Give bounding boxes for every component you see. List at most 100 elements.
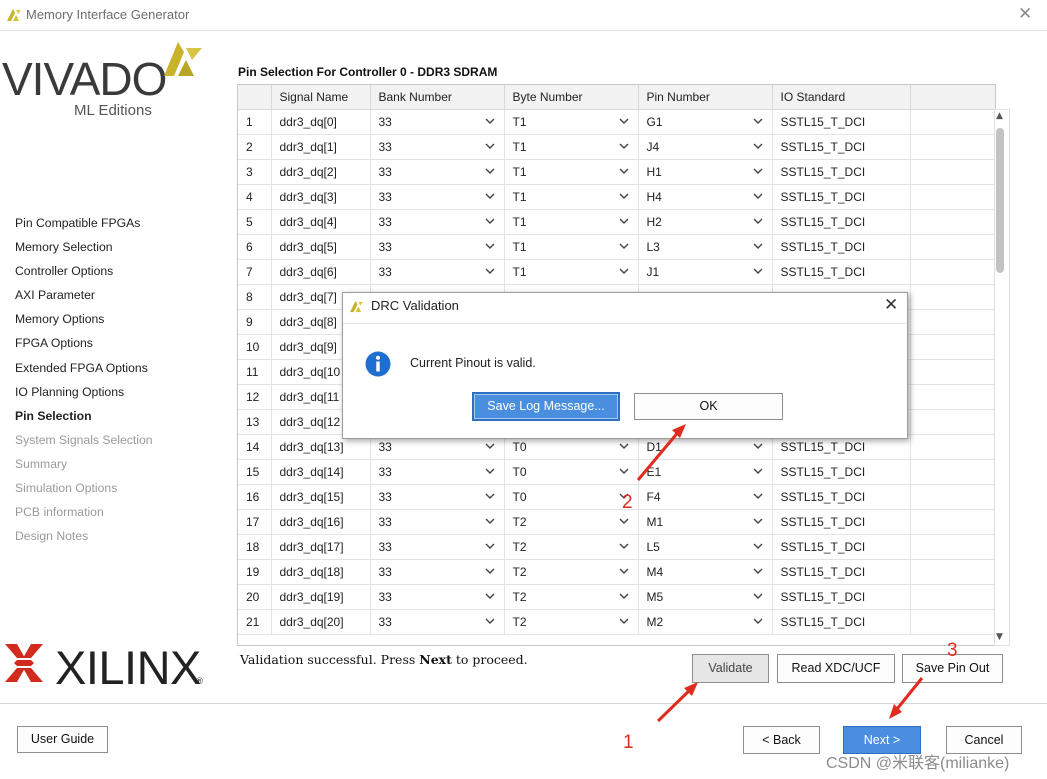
byte-number-select[interactable]: T1 bbox=[504, 234, 639, 260]
table-row[interactable]: 5 ddr3_dq[4] 33 T1 H2 SSTL15_T_DCI bbox=[238, 209, 995, 235]
chevron-down-icon[interactable] bbox=[752, 190, 764, 202]
byte-number-select[interactable]: T2 bbox=[504, 534, 639, 560]
byte-number-select[interactable]: T0 bbox=[504, 459, 639, 485]
chevron-down-icon[interactable] bbox=[618, 465, 630, 477]
bank-number-select[interactable]: 33 bbox=[370, 484, 505, 510]
pin-number-select[interactable]: J1 bbox=[638, 259, 773, 285]
scroll-down-icon[interactable]: ▼ bbox=[996, 632, 1003, 642]
chevron-down-icon[interactable] bbox=[618, 265, 630, 277]
table-row[interactable]: 15 ddr3_dq[14] 33 T0 E1 SSTL15_T_DCI bbox=[238, 459, 995, 485]
chevron-down-icon[interactable] bbox=[484, 140, 496, 152]
bank-number-select[interactable]: 33 bbox=[370, 184, 505, 210]
byte-number-select[interactable]: T1 bbox=[504, 184, 639, 210]
bank-number-select[interactable]: 33 bbox=[370, 509, 505, 535]
bank-number-select[interactable]: 33 bbox=[370, 584, 505, 610]
table-row[interactable]: 4 ddr3_dq[3] 33 T1 H4 SSTL15_T_DCI bbox=[238, 184, 995, 210]
chevron-down-icon[interactable] bbox=[484, 265, 496, 277]
table-row[interactable]: 17 ddr3_dq[16] 33 T2 M1 SSTL15_T_DCI bbox=[238, 509, 995, 535]
pin-number-select[interactable]: M1 bbox=[638, 509, 773, 535]
byte-number-select[interactable]: T1 bbox=[504, 209, 639, 235]
window-close-icon[interactable]: ✕ bbox=[1018, 4, 1032, 24]
pin-number-select[interactable]: F4 bbox=[638, 484, 773, 510]
byte-number-select[interactable]: T1 bbox=[504, 259, 639, 285]
byte-number-select[interactable]: T2 bbox=[504, 509, 639, 535]
bank-number-select[interactable]: 33 bbox=[370, 109, 505, 135]
column-header-pin-number[interactable]: Pin Number bbox=[638, 85, 773, 110]
chevron-down-icon[interactable] bbox=[752, 615, 764, 627]
pin-number-select[interactable]: L5 bbox=[638, 534, 773, 560]
back-button[interactable]: < Back bbox=[743, 726, 820, 754]
table-row[interactable]: 1 ddr3_dq[0] 33 T1 G1 SSTL15_T_DCI bbox=[238, 109, 995, 135]
chevron-down-icon[interactable] bbox=[484, 590, 496, 602]
chevron-down-icon[interactable] bbox=[752, 540, 764, 552]
pin-number-select[interactable]: M4 bbox=[638, 559, 773, 585]
nav-item-extended-fpga-options[interactable]: Extended FPGA Options bbox=[15, 356, 153, 380]
bank-number-select[interactable]: 33 bbox=[370, 209, 505, 235]
table-row[interactable]: 18 ddr3_dq[17] 33 T2 L5 SSTL15_T_DCI bbox=[238, 534, 995, 560]
chevron-down-icon[interactable] bbox=[618, 615, 630, 627]
chevron-down-icon[interactable] bbox=[618, 190, 630, 202]
column-header-io-standard[interactable]: IO Standard bbox=[772, 85, 911, 110]
pin-number-select[interactable]: M5 bbox=[638, 584, 773, 610]
dialog-close-icon[interactable]: ✕ bbox=[884, 295, 898, 315]
chevron-down-icon[interactable] bbox=[484, 115, 496, 127]
chevron-down-icon[interactable] bbox=[484, 240, 496, 252]
chevron-down-icon[interactable] bbox=[618, 540, 630, 552]
validate-button[interactable]: Validate bbox=[692, 654, 769, 683]
table-row[interactable]: 16 ddr3_dq[15] 33 T0 F4 SSTL15_T_DCI bbox=[238, 484, 995, 510]
chevron-down-icon[interactable] bbox=[752, 515, 764, 527]
table-row[interactable]: 7 ddr3_dq[6] 33 T1 J1 SSTL15_T_DCI bbox=[238, 259, 995, 285]
table-row[interactable]: 20 ddr3_dq[19] 33 T2 M5 SSTL15_T_DCI bbox=[238, 584, 995, 610]
column-header-bank-number[interactable]: Bank Number bbox=[370, 85, 505, 110]
table-row[interactable]: 19 ddr3_dq[18] 33 T2 M4 SSTL15_T_DCI bbox=[238, 559, 995, 585]
bank-number-select[interactable]: 33 bbox=[370, 234, 505, 260]
chevron-down-icon[interactable] bbox=[484, 615, 496, 627]
scroll-up-icon[interactable]: ▲ bbox=[996, 111, 1003, 121]
pin-number-select[interactable]: G1 bbox=[638, 109, 773, 135]
chevron-down-icon[interactable] bbox=[618, 565, 630, 577]
chevron-down-icon[interactable] bbox=[752, 440, 764, 452]
chevron-down-icon[interactable] bbox=[752, 240, 764, 252]
pin-number-select[interactable]: H2 bbox=[638, 209, 773, 235]
byte-number-select[interactable]: T2 bbox=[504, 584, 639, 610]
pin-number-select[interactable]: H4 bbox=[638, 184, 773, 210]
chevron-down-icon[interactable] bbox=[484, 565, 496, 577]
user-guide-button[interactable]: User Guide bbox=[17, 726, 108, 753]
bank-number-select[interactable]: 33 bbox=[370, 459, 505, 485]
scrollbar-thumb[interactable] bbox=[996, 128, 1004, 273]
save-log-message-button[interactable]: Save Log Message... bbox=[472, 392, 620, 421]
chevron-down-icon[interactable] bbox=[752, 265, 764, 277]
chevron-down-icon[interactable] bbox=[752, 465, 764, 477]
table-row[interactable]: 3 ddr3_dq[2] 33 T1 H1 SSTL15_T_DCI bbox=[238, 159, 995, 185]
chevron-down-icon[interactable] bbox=[618, 140, 630, 152]
byte-number-select[interactable]: T1 bbox=[504, 134, 639, 160]
dialog-ok-button[interactable]: OK bbox=[634, 393, 783, 420]
column-header-byte-number[interactable]: Byte Number bbox=[504, 85, 639, 110]
chevron-down-icon[interactable] bbox=[618, 165, 630, 177]
nav-item-fpga-options[interactable]: FPGA Options bbox=[15, 331, 153, 355]
chevron-down-icon[interactable] bbox=[752, 140, 764, 152]
chevron-down-icon[interactable] bbox=[752, 215, 764, 227]
table-row[interactable]: 21 ddr3_dq[20] 33 T2 M2 SSTL15_T_DCI bbox=[238, 609, 995, 635]
chevron-down-icon[interactable] bbox=[618, 115, 630, 127]
chevron-down-icon[interactable] bbox=[752, 165, 764, 177]
nav-item-axi-parameter[interactable]: AXI Parameter bbox=[15, 283, 153, 307]
chevron-down-icon[interactable] bbox=[484, 440, 496, 452]
chevron-down-icon[interactable] bbox=[752, 115, 764, 127]
chevron-down-icon[interactable] bbox=[484, 465, 496, 477]
nav-item-memory-options[interactable]: Memory Options bbox=[15, 307, 153, 331]
nav-item-pin-selection[interactable]: Pin Selection bbox=[15, 404, 153, 428]
nav-item-pin-compatible-fpgas[interactable]: Pin Compatible FPGAs bbox=[15, 211, 153, 235]
read-xdc-ucf-button[interactable]: Read XDC/UCF bbox=[777, 654, 895, 683]
pin-number-select[interactable]: H1 bbox=[638, 159, 773, 185]
chevron-down-icon[interactable] bbox=[484, 165, 496, 177]
chevron-down-icon[interactable] bbox=[618, 215, 630, 227]
chevron-down-icon[interactable] bbox=[752, 565, 764, 577]
byte-number-select[interactable]: T2 bbox=[504, 559, 639, 585]
chevron-down-icon[interactable] bbox=[752, 490, 764, 502]
bank-number-select[interactable]: 33 bbox=[370, 259, 505, 285]
chevron-down-icon[interactable] bbox=[752, 590, 764, 602]
table-row[interactable]: 2 ddr3_dq[1] 33 T1 J4 SSTL15_T_DCI bbox=[238, 134, 995, 160]
nav-item-controller-options[interactable]: Controller Options bbox=[15, 259, 153, 283]
bank-number-select[interactable]: 33 bbox=[370, 534, 505, 560]
